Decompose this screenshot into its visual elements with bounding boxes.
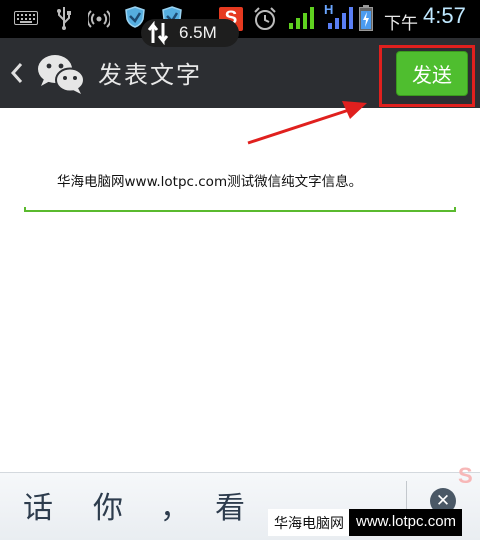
watermark: 华海电脑网 www.lotpc.com: [268, 509, 463, 536]
candidate-word[interactable]: 话: [23, 483, 53, 527]
wechat-logo-icon: [38, 55, 85, 94]
page-title: 发表文字: [98, 61, 202, 89]
annotation-arrow-icon: [247, 101, 367, 145]
text-input-underline: [24, 207, 456, 212]
candidate-word[interactable]: ，: [160, 483, 190, 527]
period-label: 下午: [384, 14, 418, 34]
usb-icon: [57, 7, 71, 30]
keyboard-icon: [14, 11, 38, 25]
status-bar: S H 下午 4:57: [0, 0, 480, 38]
network-speed-value: 6.5M: [179, 23, 217, 42]
screen: S H 下午 4:57 6.5M 发表文字 发送 华海电脑网www.lotpc.…: [0, 0, 480, 540]
signal-icon: [289, 7, 314, 29]
wifi-hotspot-icon: [88, 10, 110, 28]
candidate-word[interactable]: 你: [93, 483, 123, 527]
back-arrow-icon[interactable]: [6, 58, 28, 88]
signal-h-icon: [328, 7, 353, 29]
clock: 4:57: [423, 3, 466, 28]
message-text[interactable]: 华海电脑网www.lotpc.com测试微信纯文字信息。: [57, 170, 362, 190]
battery-charging-icon: [359, 5, 373, 31]
sync-arrows-icon: [147, 21, 169, 45]
shield-icon: [125, 6, 145, 28]
sogou-brand-icon: S: [458, 463, 473, 488]
network-speed-indicator: 6.5M: [141, 19, 239, 47]
candidate-word[interactable]: 看: [215, 483, 245, 527]
watermark-site-name: 华海电脑网: [268, 509, 349, 536]
send-button[interactable]: 发送: [396, 51, 468, 96]
alarm-icon: [254, 7, 276, 30]
watermark-url: www.lotpc.com: [349, 509, 463, 536]
